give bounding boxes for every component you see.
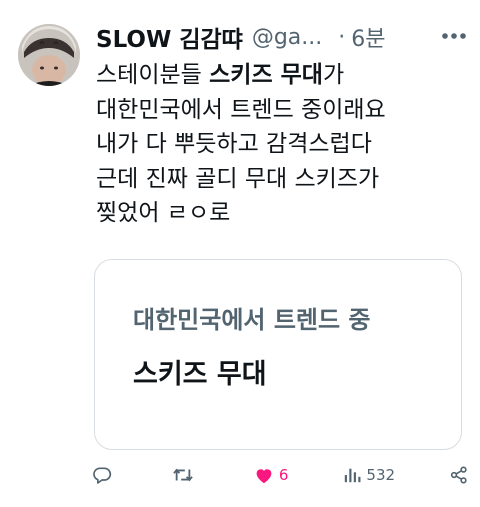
like-count: 6 [278,466,289,484]
reply-button[interactable] [92,460,117,490]
trend-card-subtitle: 대한민국에서 트렌드 중 [133,306,371,334]
tweet-header: SLOW 김감땨 @ga... · 6분 [96,20,466,54]
tweet-text-line: 대한민국에서 트렌드 중이래요 [96,96,386,123]
heart-icon [256,469,272,484]
share-button[interactable] [450,460,468,490]
retweet-icon [173,468,193,482]
tweet[interactable]: SLOW 김감땨 @ga... · 6분 스테이분들 스키즈 무대가 대한민국에… [0,0,480,507]
trend-card[interactable]: 대한민국에서 트렌드 중 스키즈 무대 [94,259,462,450]
more-button[interactable] [438,20,470,52]
tweet-text: 스테이분들 스키즈 무대가 대한민국에서 트렌드 중이래요 내가 다 뿌듯하고 … [96,58,468,231]
timestamp[interactable]: 6분 [351,21,385,53]
tweet-text-line: 내가 다 뿌듯하고 감격스럽다 [96,131,372,157]
reply-icon [93,467,112,484]
tweet-text-line: 스테이분들 스키즈 무대가 [96,62,345,88]
tweet-text-line: 근데 진짜 골디 무대 스키즈가 [96,165,380,192]
trend-card-title: 스키즈 무대 [133,359,267,390]
views-button[interactable]: 532 [343,460,395,490]
bold-text: 스키즈 무대 [209,62,323,88]
retweet-button[interactable] [172,460,199,490]
more-icon [442,33,466,39]
share-icon [450,466,467,484]
avatar[interactable] [18,24,80,86]
display-name[interactable]: SLOW 김감땨 [96,20,243,54]
views-count: 532 [366,466,396,484]
action-bar: 6 532 [92,460,468,490]
like-button[interactable]: 6 [254,460,289,490]
tweet-text-line: 찢었어 ㄹㅇ로 [96,200,231,226]
avatar-image [18,24,80,86]
user-handle[interactable]: @ga... [252,25,322,50]
separator: · [338,24,346,50]
views-icon [345,468,361,483]
